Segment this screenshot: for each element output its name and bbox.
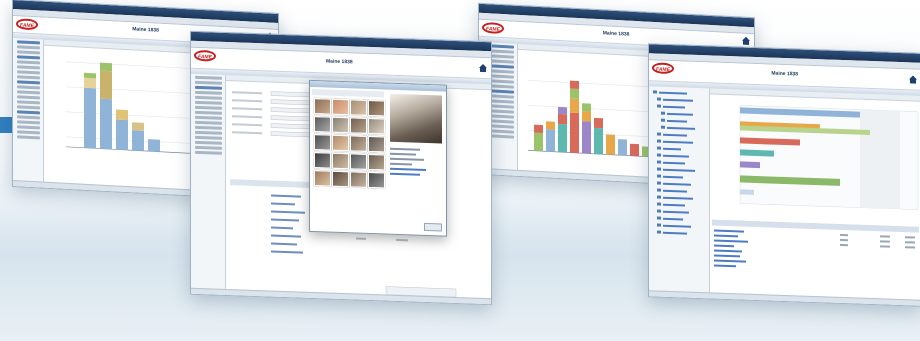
chart-bar	[740, 149, 774, 157]
app-window-horizontal-chart[interactable]: FAME Maine 1838	[648, 43, 920, 307]
gallery-thumbnail[interactable]	[332, 98, 349, 116]
house-icon[interactable]	[908, 74, 918, 84]
gallery-thumbnail[interactable]	[314, 116, 331, 133]
app-window-gallery[interactable]: FAME Maine 1838	[190, 30, 492, 306]
gallery-thumbnail[interactable]	[368, 117, 385, 135]
tree-sidebar[interactable]	[13, 38, 44, 188]
window-body	[649, 86, 920, 306]
gallery-toolbar[interactable]	[312, 88, 384, 98]
screenshot-montage: FAME Maine 1838 FAME Maine 1838 FAME Mai…	[0, 0, 920, 341]
gallery-thumbnail[interactable]	[368, 135, 385, 153]
chart-bar	[116, 119, 128, 151]
gallery-thumbnail[interactable]	[332, 170, 349, 188]
image-gallery-dialog[interactable]	[309, 79, 447, 237]
gallery-thumbnail[interactable]	[368, 99, 385, 117]
gallery-thumbnail[interactable]	[350, 171, 367, 188]
chart-bar	[100, 70, 112, 100]
gallery-thumbnail[interactable]	[314, 134, 331, 151]
house-icon[interactable]	[478, 63, 488, 73]
gallery-thumbnail[interactable]	[332, 152, 349, 170]
fame-logo[interactable]: FAME	[16, 18, 38, 31]
fame-logo[interactable]: FAME	[652, 62, 674, 75]
chart-bar	[740, 189, 754, 195]
folder-tree[interactable]	[649, 86, 709, 288]
gallery-thumbnail[interactable]	[332, 116, 349, 134]
gallery-thumbnail[interactable]	[350, 135, 367, 152]
tree-sidebar[interactable]	[191, 73, 226, 295]
app-title: Maine 1838	[326, 58, 353, 66]
gallery-thumbnail[interactable]	[314, 98, 331, 115]
ok-button[interactable]	[424, 222, 442, 232]
gallery-thumbnail[interactable]	[350, 117, 367, 134]
selected-image-preview	[390, 93, 442, 144]
app-title: Maine 1838	[771, 70, 799, 78]
tree-sidebar[interactable]	[649, 86, 710, 299]
gallery-thumbnail[interactable]	[350, 99, 367, 116]
gallery-thumbnail[interactable]	[350, 153, 367, 170]
chart-bar	[84, 72, 96, 79]
chart-bar	[116, 109, 128, 121]
gallery-thumbnail[interactable]	[368, 153, 385, 171]
chart-bar	[100, 98, 112, 150]
chart-bar	[84, 87, 96, 149]
chart-bar	[132, 122, 144, 131]
chart-bar	[84, 77, 96, 89]
image-details	[390, 147, 426, 176]
chart-bar	[132, 130, 144, 151]
fame-logo[interactable]: FAME	[482, 21, 504, 35]
window-body	[191, 73, 491, 305]
gallery-thumbnail[interactable]	[368, 171, 385, 189]
gallery-thumbnail[interactable]	[332, 134, 349, 152]
app-title: Maine 1838	[132, 26, 159, 34]
chart-bar	[740, 161, 760, 169]
gallery-thumbnail[interactable]	[314, 170, 331, 187]
house-icon[interactable]	[741, 36, 751, 47]
chart-bar	[148, 139, 160, 152]
chart-panel	[710, 88, 920, 305]
chart-bar	[100, 62, 112, 72]
app-title: Maine 1838	[602, 30, 630, 38]
gallery-thumbnail[interactable]	[314, 152, 331, 169]
horizontal-bar-chart	[739, 105, 919, 210]
fame-logo[interactable]: FAME	[194, 49, 216, 62]
data-table	[712, 219, 919, 268]
